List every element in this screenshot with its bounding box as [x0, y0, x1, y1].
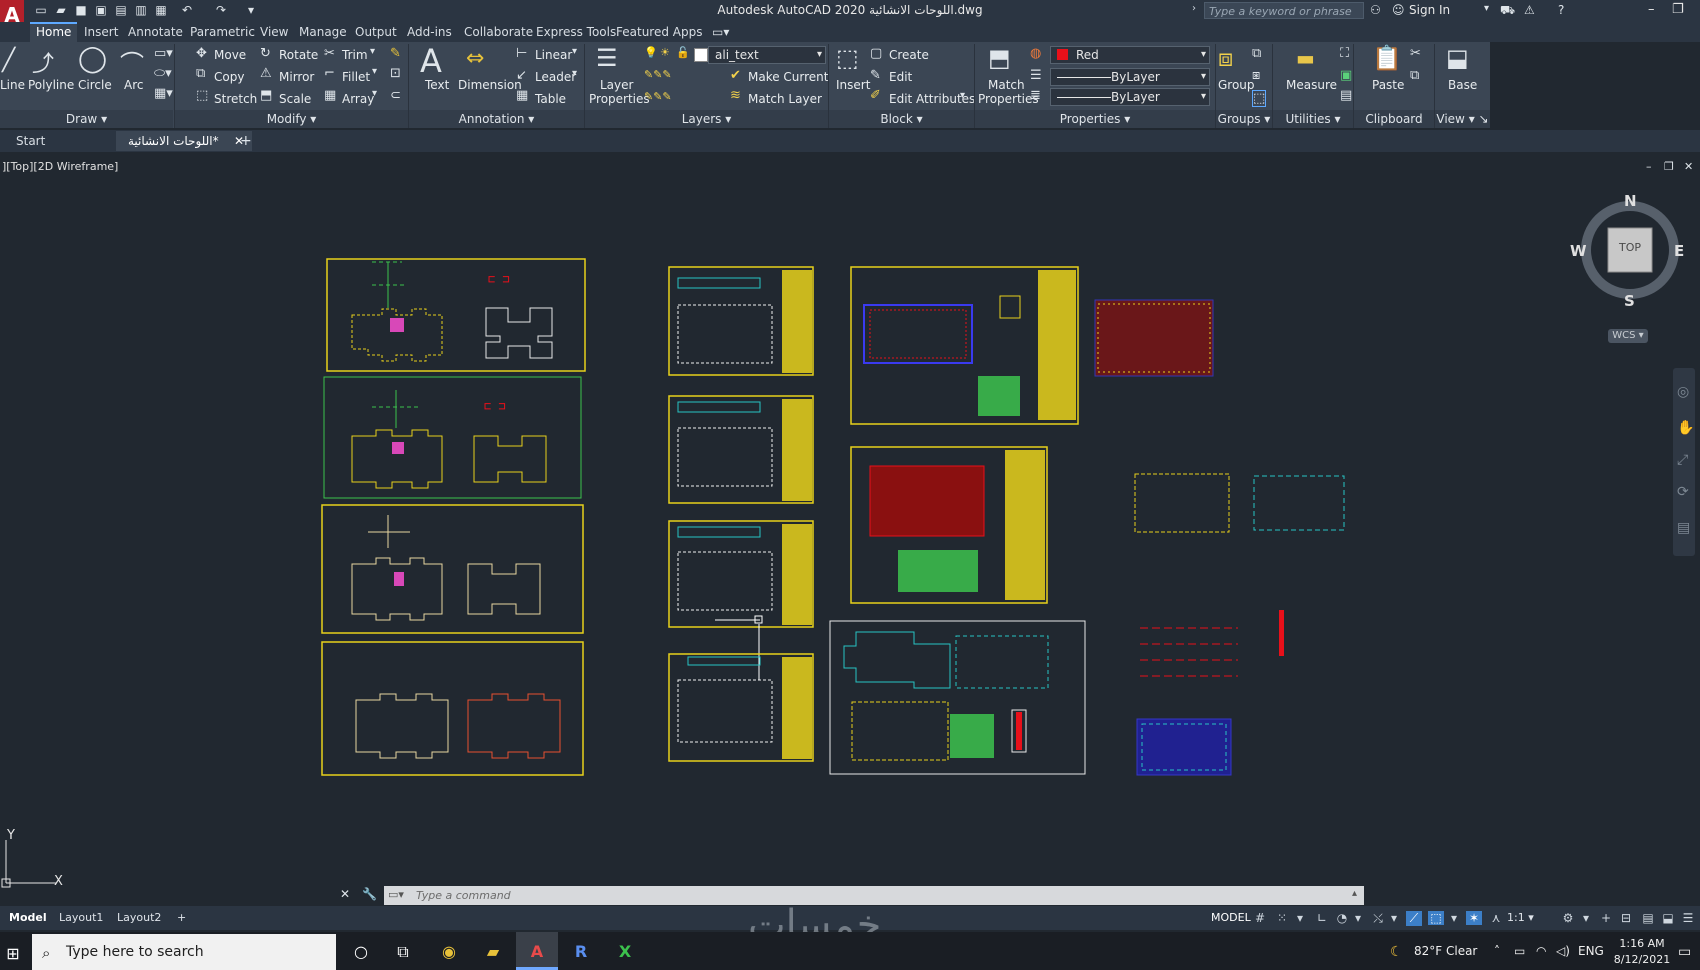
- command-history-icon[interactable]: ▴: [1352, 888, 1357, 899]
- polar-dropdown-icon[interactable]: ▾: [1350, 911, 1366, 925]
- viewcube-south[interactable]: S: [1624, 292, 1635, 310]
- sheet-left-2: ⊏ ⊐: [323, 376, 582, 499]
- close-command-line-icon[interactable]: ✕: [340, 887, 350, 901]
- ucs-x-label: X: [54, 874, 63, 889]
- drawing-sheets-canvas: ⊏ ⊐ ⊏ ⊐: [321, 258, 1345, 776]
- zoom-extents-icon[interactable]: ⤢: [1677, 452, 1688, 468]
- notifications-icon[interactable]: ▭: [1678, 944, 1691, 960]
- customize-command-line-icon[interactable]: 🔧: [362, 887, 377, 901]
- sheet-left-1: ⊏ ⊐: [326, 258, 586, 372]
- weather-moon-icon[interactable]: ☾: [1390, 944, 1403, 960]
- object-snap-dropdown-icon[interactable]: ▾: [1446, 911, 1462, 925]
- layout-tab-layout1[interactable]: Layout1: [54, 909, 108, 927]
- ortho-icon[interactable]: ∟: [1314, 911, 1330, 925]
- svg-text:⊏ ⊐: ⊏ ⊐: [488, 272, 510, 286]
- sheet-mid-2: [668, 395, 814, 504]
- viewcube-east[interactable]: E: [1674, 242, 1684, 260]
- isodraft-icon[interactable]: ⤯: [1370, 911, 1386, 926]
- viewcube-west[interactable]: W: [1570, 242, 1587, 260]
- sheet-right-2: [850, 446, 1048, 604]
- isodraft-dropdown-icon[interactable]: ▾: [1386, 911, 1402, 925]
- autocad-taskbar-icon: A: [530, 942, 544, 961]
- quick-properties-icon[interactable]: ▤: [1640, 911, 1656, 925]
- orbit-icon[interactable]: ⟳: [1677, 484, 1689, 500]
- sheet-right-3: [829, 620, 1086, 775]
- sheet-mid-3: [668, 520, 814, 680]
- pan-icon[interactable]: ✋: [1677, 420, 1694, 436]
- annotation-visibility-icon[interactable]: ✶: [1466, 911, 1482, 925]
- annotation-scale-text: 1:1: [1507, 911, 1525, 924]
- plan-blue: [1136, 718, 1232, 776]
- annotation-scale-button[interactable]: 1:1 ▾: [1502, 909, 1539, 927]
- wcs-menu[interactable]: WCS ▾: [1608, 329, 1648, 343]
- search-icon: ⌕: [42, 944, 51, 962]
- polar-icon[interactable]: ◔: [1334, 911, 1350, 925]
- wifi-icon[interactable]: ◠: [1536, 944, 1546, 958]
- isolate-objects-icon[interactable]: ⬓: [1660, 911, 1676, 925]
- snap-icon[interactable]: ⁙: [1274, 911, 1290, 925]
- file-explorer-icon[interactable]: ▰: [480, 940, 506, 964]
- clock-time[interactable]: 1:16 AM: [1617, 937, 1667, 950]
- customization-menu-icon[interactable]: ☰: [1680, 911, 1696, 925]
- svg-text:⊏ ⊐: ⊏ ⊐: [484, 399, 506, 413]
- layout-tab-layout2[interactable]: Layout2: [112, 909, 166, 927]
- annotation-monitor-icon[interactable]: +: [1598, 911, 1614, 925]
- language-indicator[interactable]: ENG: [1578, 944, 1604, 958]
- windows-start-icon[interactable]: ⊞: [0, 942, 26, 966]
- layout-tab-model[interactable]: Model: [4, 909, 52, 927]
- viewcube-top-label[interactable]: TOP: [1619, 241, 1641, 254]
- model-space-button[interactable]: MODEL: [1206, 909, 1256, 927]
- task-view-icon[interactable]: ⧉: [390, 940, 416, 964]
- grid-icon[interactable]: #: [1252, 911, 1268, 925]
- sheet-mid-4: [668, 653, 814, 762]
- taskbar-search-input[interactable]: Type here to search: [32, 934, 336, 970]
- excel-icon[interactable]: X: [612, 940, 638, 964]
- plan-yellow-cyan: [1134, 473, 1345, 533]
- cortana-icon[interactable]: ○: [348, 940, 374, 964]
- object-snap-tracking-icon[interactable]: ⟋: [1406, 911, 1422, 926]
- ucs-y-label: Y: [7, 828, 15, 843]
- volume-icon[interactable]: ◁): [1556, 944, 1570, 958]
- red-dashes: [1140, 610, 1284, 677]
- revit-icon[interactable]: R: [568, 940, 594, 964]
- sheet-mid-1: [668, 266, 814, 376]
- steering-wheel-icon[interactable]: ◎: [1677, 384, 1689, 400]
- wcs-label: WCS: [1612, 330, 1636, 341]
- weather-text[interactable]: 82°F Clear: [1414, 944, 1477, 958]
- workspace-gear-icon[interactable]: ⚙: [1560, 911, 1576, 925]
- units-icon[interactable]: ⊟: [1618, 911, 1634, 925]
- snap-dropdown-icon[interactable]: ▾: [1292, 911, 1308, 925]
- sheet-left-4: [321, 641, 584, 776]
- chrome-icon[interactable]: ◉: [436, 940, 462, 964]
- viewcube-north[interactable]: N: [1624, 192, 1637, 210]
- show-hidden-icons-icon[interactable]: ˄: [1494, 944, 1500, 958]
- add-layout-icon[interactable]: +: [172, 909, 191, 927]
- network-icon[interactable]: ▭: [1514, 944, 1525, 958]
- showmotion-icon[interactable]: ▤: [1677, 520, 1690, 536]
- clock-date[interactable]: 8/12/2021: [1612, 953, 1672, 966]
- workspace-dropdown-icon[interactable]: ▾: [1578, 911, 1594, 925]
- recent-commands-icon[interactable]: ▭▾: [388, 888, 404, 901]
- object-snap-icon[interactable]: ⬚: [1428, 911, 1444, 925]
- sheet-right-1: [850, 266, 1079, 425]
- sheet-left-3: [321, 504, 584, 634]
- plan-red-grid: [1094, 299, 1214, 377]
